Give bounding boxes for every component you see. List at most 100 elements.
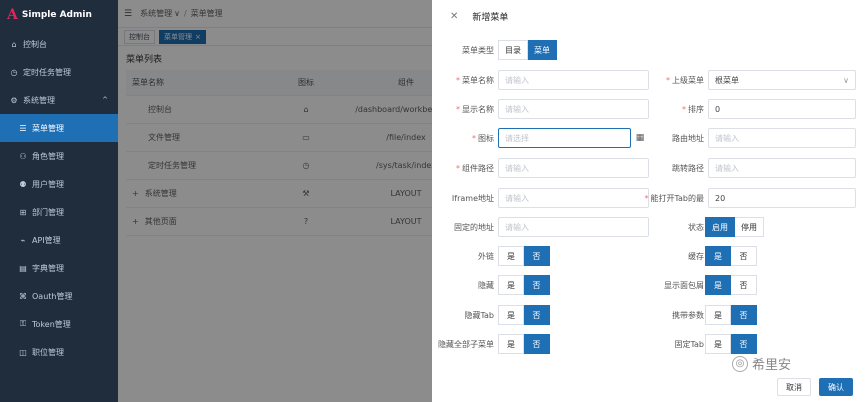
sidebar-item-dictionary[interactable]: ▤ 字典管理 xyxy=(0,254,118,282)
form-row-display: * 显示名称 请输入 * 排序 0 xyxy=(432,99,865,119)
menu-name-label: * 菜单名称 xyxy=(456,75,494,85)
icon-label: * 图标 xyxy=(472,133,494,143)
sidebar-item-tasks[interactable]: ◷ 定时任务管理 xyxy=(0,58,118,86)
sidebar-item-positions[interactable]: ◫ 职位管理 xyxy=(0,338,118,366)
external-yes[interactable]: 是 xyxy=(498,246,524,266)
sidebar-item-label: 职位管理 xyxy=(32,347,64,357)
max-tabs-input[interactable]: 20 xyxy=(708,188,856,208)
breadcrumb-no[interactable]: 否 xyxy=(731,275,757,295)
brand[interactable]: A Simple Admin xyxy=(0,0,118,30)
sidebar-item-label: 字典管理 xyxy=(32,263,64,273)
watermark: ◎ 希里安 xyxy=(732,354,791,373)
home-icon: ⌂ xyxy=(11,39,17,49)
cache-yes[interactable]: 是 xyxy=(705,246,731,266)
hide-tab-yes[interactable]: 是 xyxy=(498,305,524,325)
carry-params-yes[interactable]: 是 xyxy=(705,305,731,325)
redirect-path-input[interactable]: 请输入 xyxy=(708,158,856,178)
form-row-icon: * 图标 请选择 ▦ 路由地址 请输入 xyxy=(432,128,865,148)
sort-input[interactable]: 0 xyxy=(708,99,856,119)
form-row-component: * 组件路径 请输入 跳转路径 请输入 xyxy=(432,158,865,178)
drawer-title: 新增菜单 xyxy=(472,12,509,23)
sidebar-item-dashboard[interactable]: ⌂ 控制台 xyxy=(0,30,118,58)
form-row-hidechildren: 隐藏全部子菜单 是 否 固定Tab 是 否 xyxy=(432,334,865,354)
sidebar-item-oauth[interactable]: ⌘ Oauth管理 xyxy=(0,282,118,310)
add-menu-drawer: ✕ 新增菜单 菜单类型 目录 菜单 * 菜单名称 请输入 * 上级菜单 根菜单 ∨ *… xyxy=(432,0,865,402)
route-path-label: 路由地址 xyxy=(672,133,704,143)
sidebar-item-menu[interactable]: ☰ 菜单管理 xyxy=(0,114,118,142)
status-disabled[interactable]: 停用 xyxy=(735,217,764,237)
icon-select-input[interactable]: 请选择 xyxy=(498,128,631,148)
hide-children-group: 是 否 xyxy=(498,334,550,354)
form-row-type: 菜单类型 目录 菜单 xyxy=(432,40,865,60)
sidebar-item-label: Oauth管理 xyxy=(32,291,73,301)
fixed-tab-yes[interactable]: 是 xyxy=(705,334,731,354)
max-tabs-label: * 能打开Tab的最 xyxy=(644,193,704,203)
hide-tab-label: 隐藏Tab xyxy=(464,310,494,320)
route-path-input[interactable]: 请输入 xyxy=(708,128,856,148)
menu-type-menu[interactable]: 菜单 xyxy=(528,40,557,60)
sidebar-item-label: 控制台 xyxy=(23,39,47,49)
position-icon: ◫ xyxy=(19,347,27,357)
component-path-input[interactable]: 请输入 xyxy=(498,158,649,178)
confirm-button[interactable]: 确认 xyxy=(819,378,853,396)
list-icon: ☰ xyxy=(19,123,27,133)
parent-menu-select[interactable]: 根菜单 ∨ xyxy=(708,70,856,90)
drawer-header: ✕ 新增菜单 xyxy=(432,0,865,32)
wechat-icon: ◎ xyxy=(732,355,748,372)
external-no[interactable]: 否 xyxy=(524,246,550,266)
close-icon[interactable]: ✕ xyxy=(450,11,458,22)
sidebar-item-label: 系统管理 xyxy=(23,95,55,105)
chevron-down-icon: ∨ xyxy=(843,75,849,85)
sidebar-item-label: 部门管理 xyxy=(32,207,64,217)
carry-params-group: 是 否 xyxy=(705,305,757,325)
hide-tab-no[interactable]: 否 xyxy=(524,305,550,325)
form-row-hidden: 隐藏 是 否 显示面包屑 是 否 xyxy=(432,275,865,295)
iframe-input[interactable]: 请输入 xyxy=(498,188,649,208)
modal-overlay[interactable] xyxy=(118,0,432,402)
menu-type-group: 目录 菜单 xyxy=(498,40,557,60)
sidebar-item-users[interactable]: ⚉ 用户管理 xyxy=(0,170,118,198)
fixed-addr-input[interactable]: 请输入 xyxy=(498,217,649,237)
status-enabled[interactable]: 启用 xyxy=(705,217,735,237)
key-icon: ⚿ xyxy=(19,319,27,328)
carry-params-no[interactable]: 否 xyxy=(731,305,757,325)
sidebar-item-label: 定时任务管理 xyxy=(23,67,71,77)
hide-children-no[interactable]: 否 xyxy=(524,334,550,354)
sidebar-item-roles[interactable]: ⚇ 角色管理 xyxy=(0,142,118,170)
sidebar-item-token[interactable]: ⚿ Token管理 xyxy=(0,310,118,338)
menu-type-directory[interactable]: 目录 xyxy=(498,40,528,60)
hide-children-yes[interactable]: 是 xyxy=(498,334,524,354)
sort-label: * 排序 xyxy=(682,104,704,114)
fixed-tab-no[interactable]: 否 xyxy=(731,334,757,354)
menu-name-input[interactable]: 请输入 xyxy=(498,70,649,90)
cache-no[interactable]: 否 xyxy=(731,246,757,266)
sidebar-item-system[interactable]: ⚙ 系统管理 ^ xyxy=(0,86,118,114)
status-group: 启用 停用 xyxy=(705,217,764,237)
brand-title: Simple Admin xyxy=(21,10,92,20)
sidebar-item-departments[interactable]: ⊞ 部门管理 xyxy=(0,198,118,226)
clock-icon: ◷ xyxy=(10,67,18,77)
sidebar-item-label: 菜单管理 xyxy=(32,123,64,133)
form-row-external: 外链 是 否 缓存 是 否 xyxy=(432,246,865,266)
external-label: 外链 xyxy=(478,251,494,261)
form-row-hidetab: 隐藏Tab 是 否 携带参数 是 否 xyxy=(432,305,865,325)
role-icon: ⚇ xyxy=(19,151,27,161)
display-name-input[interactable]: 请输入 xyxy=(498,99,649,119)
iframe-label: Iframe地址 xyxy=(451,193,494,203)
sidebar-item-api[interactable]: ⌁ API管理 xyxy=(0,226,118,254)
chevron-up-icon: ^ xyxy=(102,96,108,104)
fixed-addr-label: 固定的地址 xyxy=(454,222,494,232)
book-icon: ▤ xyxy=(19,263,27,273)
cancel-button[interactable]: 取消 xyxy=(777,378,811,396)
breadcrumb-yes[interactable]: 是 xyxy=(705,275,731,295)
breadcrumb-group: 是 否 xyxy=(705,275,757,295)
brand-logo: A xyxy=(7,7,18,23)
hidden-yes[interactable]: 是 xyxy=(498,275,524,295)
hidden-no[interactable]: 否 xyxy=(524,275,550,295)
drawer-footer: 取消 确认 xyxy=(777,378,853,396)
menu-type-label: 菜单类型 xyxy=(462,45,494,55)
breadcrumb-label: 显示面包屑 xyxy=(664,280,704,290)
hidden-group: 是 否 xyxy=(498,275,550,295)
department-icon: ⊞ xyxy=(19,207,27,217)
external-group: 是 否 xyxy=(498,246,550,266)
